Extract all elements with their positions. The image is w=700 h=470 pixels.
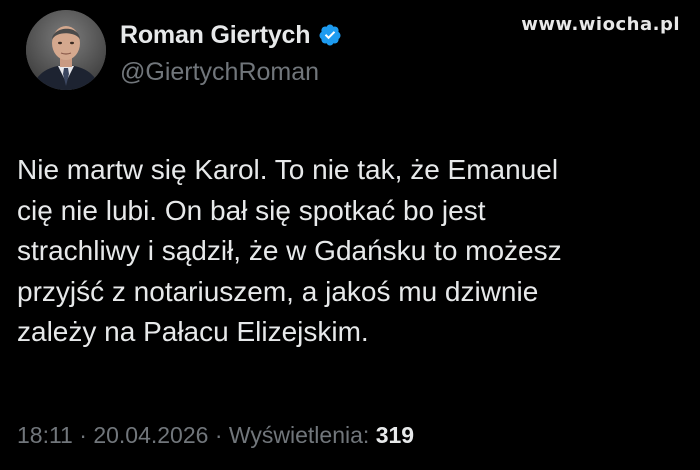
verified-badge-icon	[318, 23, 342, 47]
tweet-time[interactable]: 18:11	[17, 422, 73, 448]
tweet-card: Roman Giertych @GiertychRoman www.wiocha…	[0, 0, 700, 470]
author-avatar[interactable]	[26, 10, 106, 90]
profile-photo-icon	[26, 10, 106, 90]
tweet-text-line: cię nie lubi. On bał się spotkać bo jest	[17, 194, 486, 226]
views-label: Wyświetlenia:	[228, 422, 376, 448]
tweet-text-line: przyjść z notariuszem, a jakoś mu dziwni…	[17, 275, 539, 307]
author-display-name[interactable]: Roman Giertych	[120, 21, 311, 50]
tweet-text: Nie martw się Karol. To nie tak, że Eman…	[17, 150, 683, 353]
tweet-meta: 18:11 · 20.04.2026 · Wyświetlenia: 319	[17, 422, 414, 449]
site-watermark: www.wiocha.pl	[521, 14, 680, 35]
tweet-date[interactable]: 20.04.2026	[93, 422, 208, 448]
tweet-text-line: zależy na Pałacu Elizejskim.	[17, 316, 369, 347]
views-count: 319	[375, 422, 415, 448]
meta-separator: ·	[208, 422, 229, 448]
author-handle[interactable]: @GiertychRoman	[120, 58, 319, 87]
meta-separator: ·	[72, 422, 94, 448]
author-name-row: Roman Giertych	[120, 18, 342, 52]
tweet-text-line: Nie martw się Karol. To nie tak, że Eman…	[17, 154, 559, 185]
tweet-text-line: strachliwy i sądził, że w Gdańsku to moż…	[17, 235, 562, 266]
